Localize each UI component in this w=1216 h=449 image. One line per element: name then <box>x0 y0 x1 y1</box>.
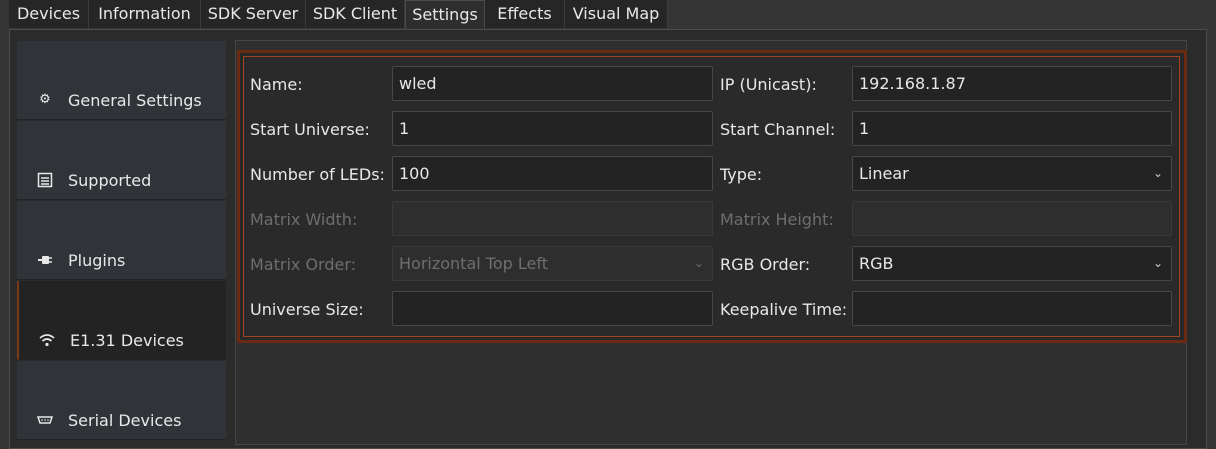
sidebar-item-e131-devices[interactable]: E1.31 Devices <box>17 281 226 360</box>
keepalive-label: Keepalive Time: <box>720 300 848 319</box>
tab-devices[interactable]: Devices <box>9 0 89 28</box>
matrix-width-label: Matrix Width: <box>250 210 358 229</box>
num-leds-label: Number of LEDs: <box>250 165 385 184</box>
chevron-down-icon: ⌄ <box>1152 166 1163 180</box>
num-leds-field[interactable]: 100 <box>392 156 713 191</box>
universe-size-field[interactable] <box>392 291 713 326</box>
serial-port-icon <box>36 412 54 428</box>
sidebar-item-label: Plugins <box>68 251 126 270</box>
gear-icon: ⚙ <box>39 92 51 107</box>
start-universe-field[interactable]: 1 <box>392 111 713 146</box>
start-universe-label: Start Universe: <box>250 120 370 139</box>
tab-sdk-server[interactable]: SDK Server <box>201 0 306 28</box>
sidebar-item-supported[interactable]: Supported <box>17 121 226 200</box>
keepalive-field[interactable] <box>852 291 1172 326</box>
universe-size-label: Universe Size: <box>250 300 364 319</box>
matrix-height-field <box>852 201 1172 236</box>
tab-visual-map[interactable]: Visual Map <box>565 0 668 28</box>
wifi-icon <box>39 332 55 348</box>
sidebar-item-general-settings[interactable]: ⚙ General Settings <box>17 41 226 120</box>
rgb-order-select-value: RGB <box>859 254 894 273</box>
matrix-order-select-value: Horizontal Top Left <box>399 254 548 273</box>
tab-effects[interactable]: Effects <box>485 0 565 28</box>
name-label: Name: <box>250 75 303 94</box>
start-channel-label: Start Channel: <box>720 120 836 139</box>
matrix-height-label: Matrix Height: <box>720 210 834 229</box>
plug-icon <box>37 252 53 268</box>
matrix-order-label: Matrix Order: <box>250 255 357 274</box>
type-select[interactable]: Linear ⌄ <box>852 156 1172 191</box>
sidebar-item-label: E1.31 Devices <box>70 331 184 350</box>
chevron-down-icon: ⌄ <box>693 256 704 270</box>
sidebar-item-label: Serial Devices <box>68 411 182 430</box>
type-label: Type: <box>720 165 763 184</box>
sidebar-item-label: General Settings <box>68 91 202 110</box>
sidebar-item-serial-devices[interactable]: Serial Devices <box>17 361 226 440</box>
matrix-order-select: Horizontal Top Left ⌄ <box>392 246 713 281</box>
tab-settings[interactable]: Settings <box>405 0 485 30</box>
tab-information[interactable]: Information <box>89 0 201 28</box>
main-tab-bar: Devices Information SDK Server SDK Clien… <box>0 0 1216 30</box>
chevron-down-icon: ⌄ <box>1152 256 1163 270</box>
ip-field[interactable]: 192.168.1.87 <box>852 66 1172 101</box>
rgb-order-label: RGB Order: <box>720 255 811 274</box>
matrix-width-field <box>392 201 713 236</box>
tab-sdk-client[interactable]: SDK Client <box>306 0 405 28</box>
type-select-value: Linear <box>859 164 909 183</box>
name-field[interactable]: wled <box>392 66 713 101</box>
ip-label: IP (Unicast): <box>720 75 817 94</box>
start-channel-field[interactable]: 1 <box>852 111 1172 146</box>
chip-icon <box>37 172 53 188</box>
sidebar-item-plugins[interactable]: Plugins <box>17 201 226 280</box>
sidebar-item-label: Supported <box>68 171 152 190</box>
rgb-order-select[interactable]: RGB ⌄ <box>852 246 1172 281</box>
